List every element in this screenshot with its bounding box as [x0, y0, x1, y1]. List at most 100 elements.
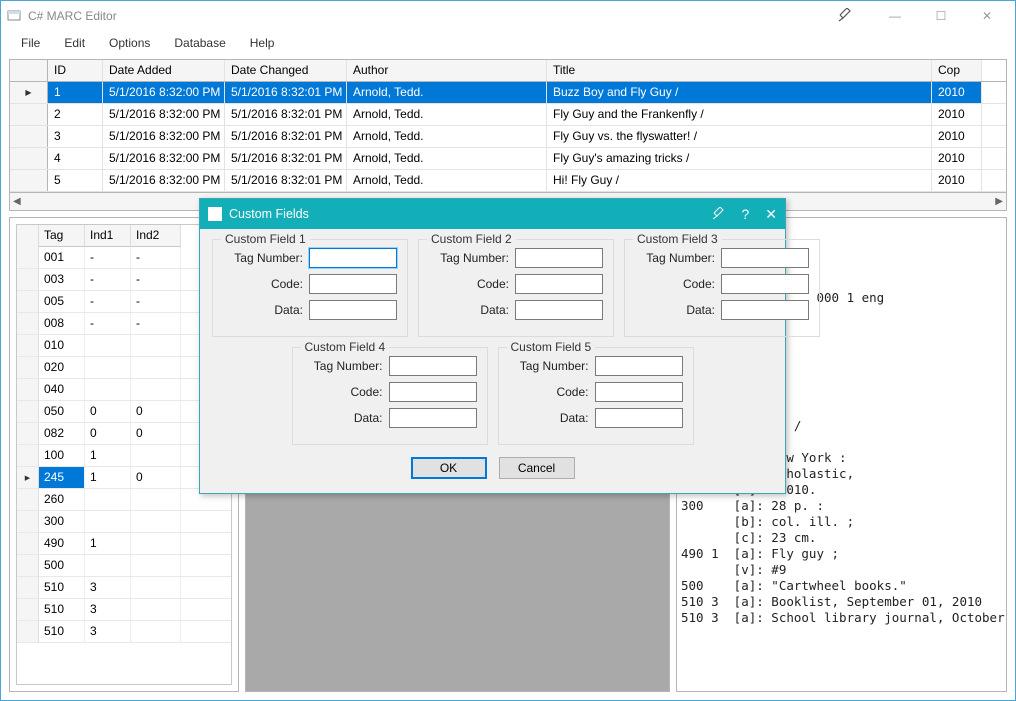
col-title[interactable]: Title [547, 60, 932, 81]
cancel-button[interactable]: Cancel [499, 457, 575, 479]
pin-icon[interactable] [838, 8, 852, 25]
cell-da[interactable]: 5/1/2016 8:32:00 PM [103, 126, 225, 147]
cell-au[interactable]: Arnold, Tedd. [347, 104, 547, 125]
cell-ti[interactable]: Buzz Boy and Fly Guy / [547, 82, 932, 103]
cell-cp[interactable]: 2010 [932, 82, 982, 103]
col-author[interactable]: Author [347, 60, 547, 81]
cell-tag[interactable]: 100 [39, 445, 85, 466]
cell-cp[interactable]: 2010 [932, 170, 982, 191]
cell-i2[interactable] [131, 511, 181, 532]
cell-tag[interactable]: 020 [39, 357, 85, 378]
menu-database[interactable]: Database [162, 33, 237, 53]
cell-i1[interactable]: 0 [85, 401, 131, 422]
data-input[interactable] [595, 408, 683, 428]
col-date-added[interactable]: Date Added [103, 60, 225, 81]
records-grid[interactable]: ID Date Added Date Changed Author Title … [9, 59, 1007, 193]
cell-da[interactable]: 5/1/2016 8:32:00 PM [103, 148, 225, 169]
col-date-changed[interactable]: Date Changed [225, 60, 347, 81]
cell-dc[interactable]: 5/1/2016 8:32:01 PM [225, 104, 347, 125]
cell-dc[interactable]: 5/1/2016 8:32:01 PM [225, 148, 347, 169]
minimize-button[interactable]: — [872, 1, 918, 31]
cell-i1[interactable] [85, 379, 131, 400]
table-row[interactable]: 25/1/2016 8:32:00 PM5/1/2016 8:32:01 PMA… [10, 104, 1006, 126]
cell-ti[interactable]: Fly Guy and the Frankenfly / [547, 104, 932, 125]
cell-tag[interactable]: 001 [39, 247, 85, 268]
data-input[interactable] [309, 300, 397, 320]
menu-edit[interactable]: Edit [52, 33, 97, 53]
cell-au[interactable]: Arnold, Tedd. [347, 148, 547, 169]
cell-id[interactable]: 1 [48, 82, 103, 103]
cell-i2[interactable] [131, 577, 181, 598]
cell-i1[interactable]: 0 [85, 423, 131, 444]
cell-i1[interactable] [85, 511, 131, 532]
cell-tag[interactable]: 005 [39, 291, 85, 312]
cell-i1[interactable]: - [85, 291, 131, 312]
cell-tag[interactable]: 490 [39, 533, 85, 554]
cell-id[interactable]: 2 [48, 104, 103, 125]
cell-i2[interactable] [131, 621, 181, 642]
tag-number-input[interactable] [389, 356, 477, 376]
code-input[interactable] [389, 382, 477, 402]
cell-au[interactable]: Arnold, Tedd. [347, 126, 547, 147]
cell-tag[interactable]: 003 [39, 269, 85, 290]
cell-tag[interactable]: 300 [39, 511, 85, 532]
cell-id[interactable]: 5 [48, 170, 103, 191]
data-input[interactable] [389, 408, 477, 428]
cell-i1[interactable]: - [85, 247, 131, 268]
tag-row[interactable]: 5103 [17, 599, 231, 621]
table-row[interactable]: 55/1/2016 8:32:00 PM5/1/2016 8:32:01 PMA… [10, 170, 1006, 192]
cell-i2[interactable]: - [131, 291, 181, 312]
table-row[interactable]: 15/1/2016 8:32:00 PM5/1/2016 8:32:01 PMA… [10, 82, 1006, 104]
cell-tag[interactable]: 040 [39, 379, 85, 400]
tag-number-input[interactable] [515, 248, 603, 268]
col-tag[interactable]: Tag [39, 225, 85, 247]
data-input[interactable] [721, 300, 809, 320]
cell-i2[interactable]: - [131, 269, 181, 290]
cell-i2[interactable] [131, 335, 181, 356]
ok-button[interactable]: OK [411, 457, 487, 479]
cell-ti[interactable]: Hi! Fly Guy / [547, 170, 932, 191]
cell-i1[interactable]: 1 [85, 533, 131, 554]
code-input[interactable] [309, 274, 397, 294]
cell-i1[interactable] [85, 335, 131, 356]
tag-row[interactable]: 5103 [17, 577, 231, 599]
tag-number-input[interactable] [595, 356, 683, 376]
cell-dc[interactable]: 5/1/2016 8:32:01 PM [225, 126, 347, 147]
code-input[interactable] [721, 274, 809, 294]
cell-i2[interactable] [131, 489, 181, 510]
cell-au[interactable]: Arnold, Tedd. [347, 82, 547, 103]
dialog-pin-icon[interactable] [713, 206, 725, 222]
tag-row[interactable]: 4901 [17, 533, 231, 555]
cell-i1[interactable] [85, 489, 131, 510]
code-input[interactable] [595, 382, 683, 402]
cell-i1[interactable]: 3 [85, 621, 131, 642]
cell-i2[interactable]: - [131, 313, 181, 334]
maximize-button[interactable]: ☐ [918, 1, 964, 31]
cell-dc[interactable]: 5/1/2016 8:32:01 PM [225, 170, 347, 191]
dialog-close-button[interactable]: ✕ [765, 206, 777, 223]
cell-i2[interactable] [131, 445, 181, 466]
cell-i2[interactable] [131, 357, 181, 378]
cell-i2[interactable]: 0 [131, 401, 181, 422]
close-button[interactable]: ✕ [964, 1, 1010, 31]
cell-tag[interactable]: 500 [39, 555, 85, 576]
tag-row[interactable]: 300 [17, 511, 231, 533]
cell-i2[interactable] [131, 599, 181, 620]
cell-da[interactable]: 5/1/2016 8:32:00 PM [103, 82, 225, 103]
cell-da[interactable]: 5/1/2016 8:32:00 PM [103, 104, 225, 125]
cell-i1[interactable]: - [85, 269, 131, 290]
cell-tag[interactable]: 008 [39, 313, 85, 334]
tag-row[interactable]: 500 [17, 555, 231, 577]
cell-tag[interactable]: 260 [39, 489, 85, 510]
code-input[interactable] [515, 274, 603, 294]
cell-i1[interactable]: 1 [85, 445, 131, 466]
cell-dc[interactable]: 5/1/2016 8:32:01 PM [225, 82, 347, 103]
cell-tag[interactable]: 510 [39, 577, 85, 598]
col-ind1[interactable]: Ind1 [85, 225, 131, 247]
menu-file[interactable]: File [9, 33, 52, 53]
cell-i1[interactable]: 1 [85, 467, 131, 488]
menu-options[interactable]: Options [97, 33, 162, 53]
col-ind2[interactable]: Ind2 [131, 225, 181, 247]
cell-i1[interactable]: 3 [85, 599, 131, 620]
cell-i1[interactable]: - [85, 313, 131, 334]
